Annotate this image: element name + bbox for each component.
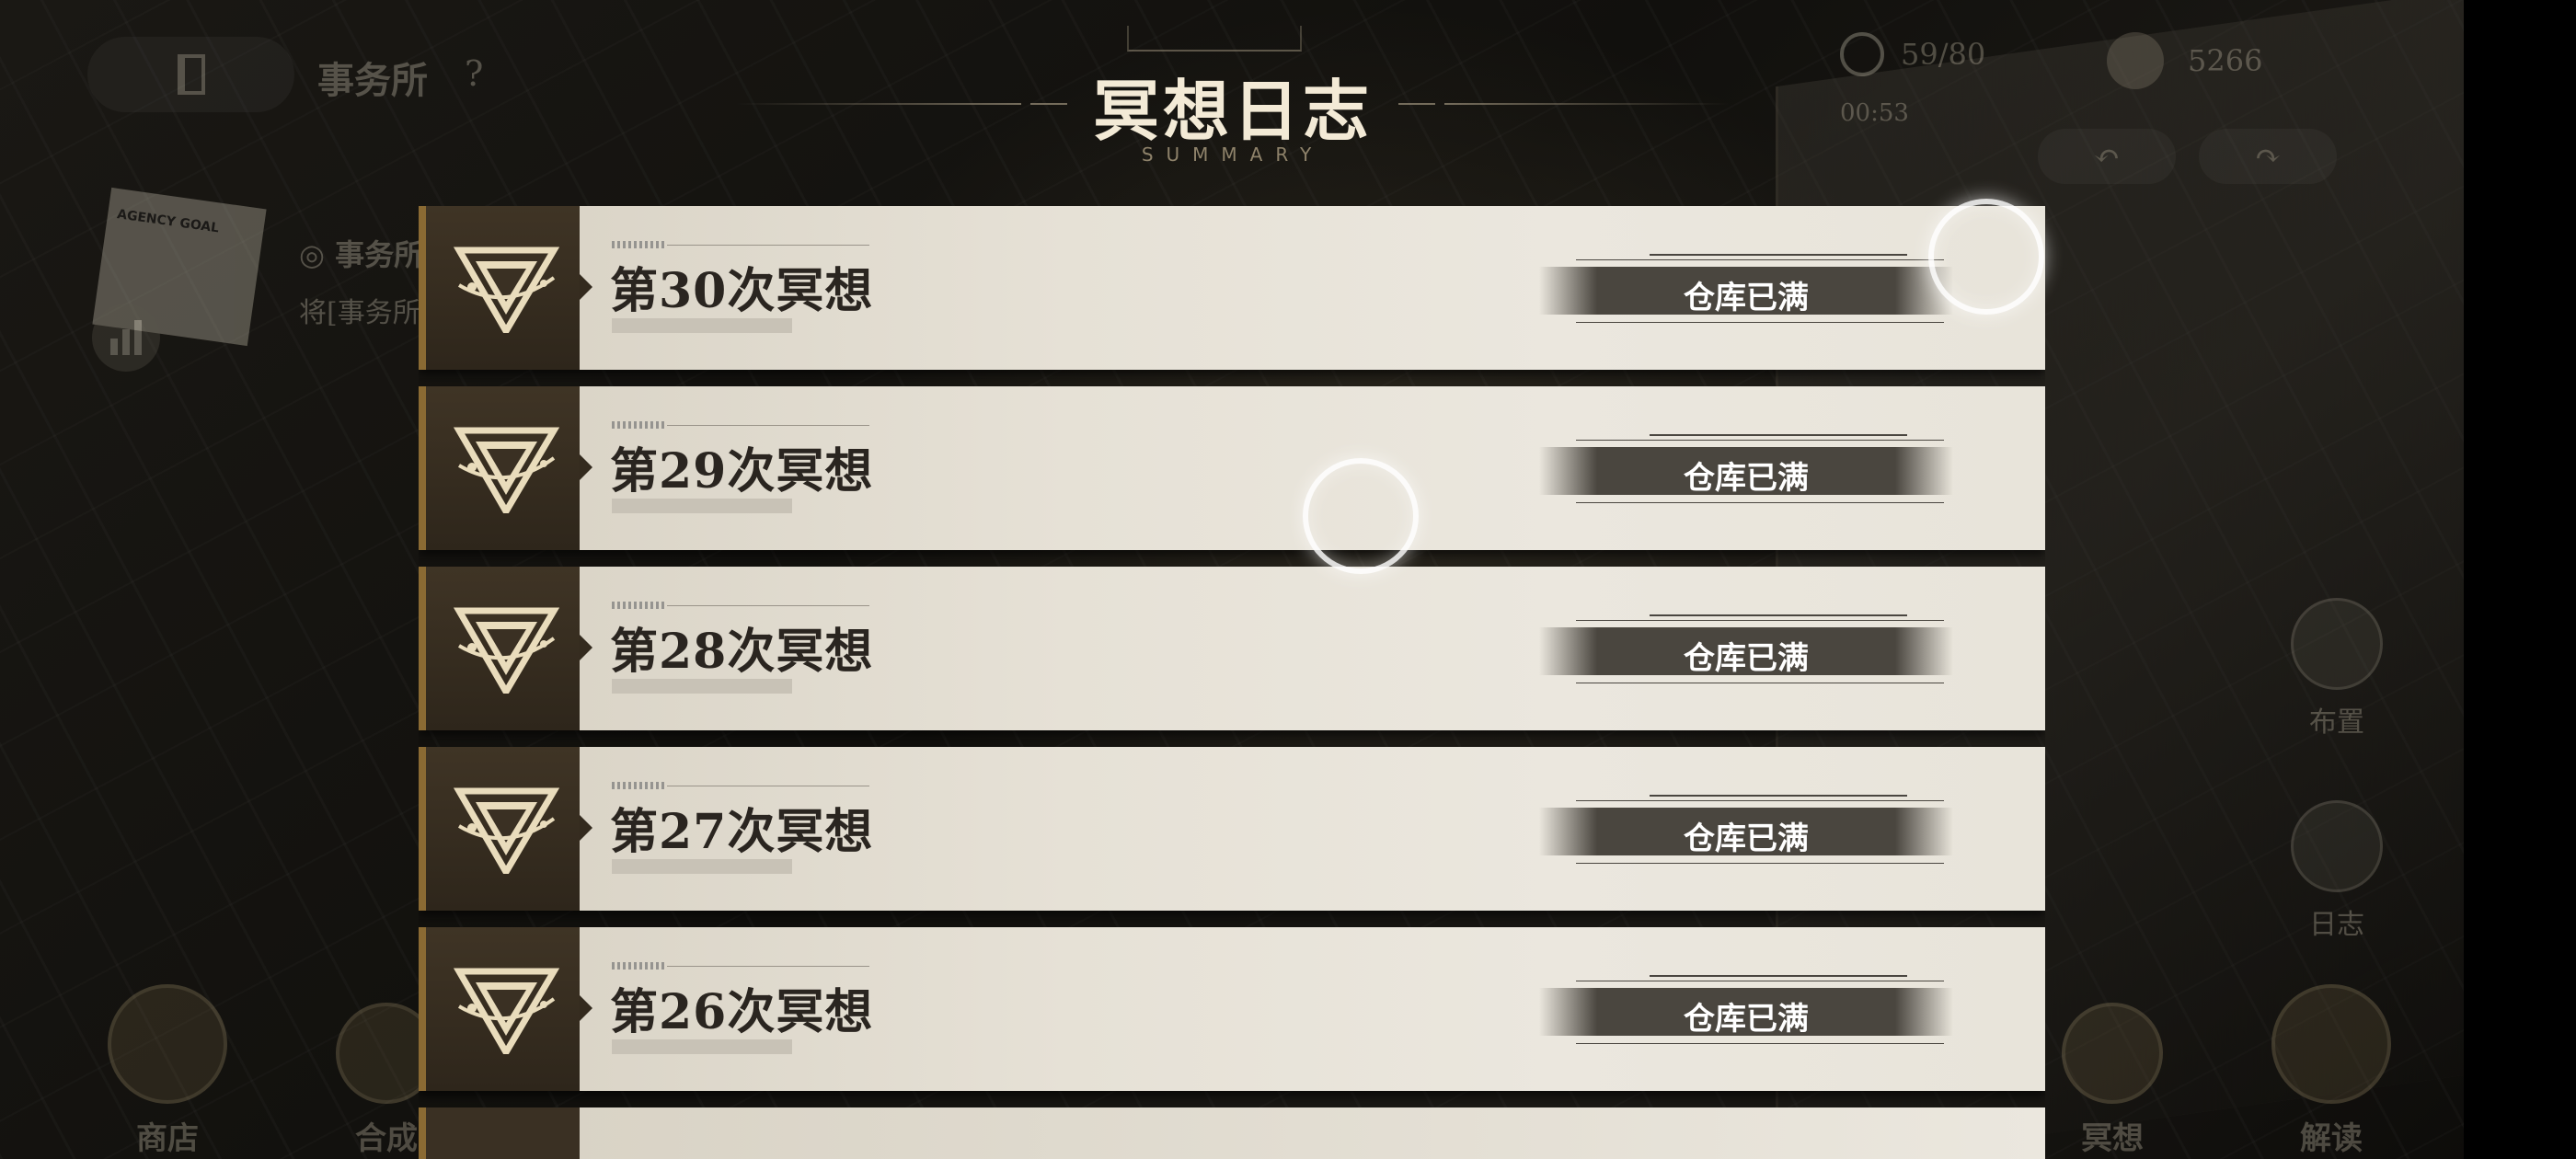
status-badge[interactable]: 仓库已满 [1539,795,1953,868]
layout-button[interactable]: 布置 [2282,598,2392,740]
status-rule-bottom [1576,863,1944,864]
emblem-badge [419,927,592,1091]
row-caption [612,962,667,970]
meditation-label: 第30次冥想 [610,263,874,319]
emblem-badge [419,206,592,370]
meditate-label: 冥想 [2081,1120,2144,1157]
status-rule-top [1650,614,1907,616]
coin-icon [2107,32,2164,89]
status-rule-bottom [1576,1043,1944,1044]
emblem-badge [419,386,592,550]
list-item[interactable]: 第30次冥想 仓库已满 [419,206,2045,370]
shop-label: 商店 [136,1120,199,1157]
touch-indicator [1303,458,1419,574]
row-caption [612,241,667,248]
status-badge[interactable]: 仓库已满 [1539,434,1953,508]
row-nameplate [612,499,792,513]
notebook-icon [2291,800,2383,892]
stats-button[interactable] [92,304,160,372]
log-label: 日志 [2309,909,2364,941]
status-rule-top [1650,434,1907,436]
meditation-list[interactable]: 第30次冥想 仓库已满 第29次冥想 仓库已满 第28次冥想 仓库已满 第27次… [419,206,2045,1159]
panel-header: 冥想日志 SUMMARY [736,37,1730,175]
row-rule [667,605,869,606]
status-text: 仓库已满 [1684,460,1809,497]
status-rule-bottom [1576,322,1944,323]
synth-label: 合成 [355,1120,418,1157]
status-text: 仓库已满 [1684,820,1809,857]
screen-edge [2464,0,2576,1159]
status-text: 仓库已满 [1684,280,1809,316]
row-rule [667,245,869,246]
meditation-label: 第29次冥想 [610,443,874,499]
meditate-button[interactable]: 冥想 [2048,1003,2177,1158]
status-rule-top [1650,795,1907,797]
status-badge[interactable]: 仓库已满 [1539,614,1953,688]
status-rule-top-thin [1576,259,1944,260]
page-subtitle: SUMMARY [1141,143,1325,166]
meditation-label: 第26次冥想 [610,984,874,1040]
currency-counter: 5266 [2107,32,2262,89]
shop-icon [108,984,227,1104]
exit-button[interactable] [87,37,294,112]
layout-label: 布置 [2309,706,2364,739]
bricks-icon [2291,598,2383,690]
emblem-badge [419,747,592,911]
triangle-eye-icon [2062,1003,2163,1104]
status-badge[interactable]: 仓库已满 [1539,254,1953,327]
status-rule-top [1650,254,1907,256]
energy-value: 59/80 [1901,37,1986,72]
task-title: ◎ 事务所 [299,237,424,272]
game-screen: 事务所 ? 59/80 00:53 5266 ↶ ↷ AGENCY GOAL ◎… [0,0,2576,1159]
energy-counter: 59/80 [1840,32,1985,76]
status-rule-bottom [1576,502,1944,503]
triangle-eye-emblem-icon [454,247,559,333]
log-button[interactable]: 日志 [2282,800,2392,942]
row-caption [612,602,667,609]
row-rule [667,425,869,426]
row-caption [612,421,667,429]
list-item[interactable]: 第26次冥想 仓库已满 [419,927,2045,1091]
redo-button[interactable]: ↷ [2199,129,2337,184]
triangle-eye-emblem-icon [454,787,559,874]
triangle-eye-emblem-icon [454,427,559,513]
triangle-eye-emblem-icon [419,1107,580,1159]
office-title: 事务所 [317,59,428,102]
hourglass-icon [2271,984,2391,1104]
list-item-partial[interactable] [419,1107,2045,1159]
list-item[interactable]: 第29次冥想 仓库已满 [419,386,2045,550]
row-nameplate [612,859,792,874]
row-rule [667,966,869,967]
status-rule-top [1650,975,1907,977]
list-item[interactable]: 第27次冥想 仓库已满 [419,747,2045,911]
door-exit-icon [177,54,205,95]
status-rule-top-thin [1576,620,1944,621]
energy-icon [1840,32,1884,76]
triangle-eye-emblem-icon [454,968,559,1054]
status-rule-top-thin [1576,800,1944,801]
help-icon[interactable]: ? [465,53,483,94]
triangle-eye-emblem-icon [454,607,559,694]
status-rule-top-thin [1576,440,1944,441]
row-nameplate [612,679,792,694]
shop-button[interactable]: 商店 [103,984,232,1158]
task-desc: 将[事务所 [299,297,420,329]
currency-value: 5266 [2188,43,2263,78]
row-nameplate [612,1039,792,1054]
energy-timer: 00:53 [1840,99,1909,127]
row-nameplate [612,318,792,333]
list-item[interactable]: 第28次冥想 仓库已满 [419,567,2045,730]
touch-indicator [1928,199,2044,315]
decode-button[interactable]: 解读 [2267,984,2396,1158]
status-badge[interactable]: 仓库已满 [1539,975,1953,1049]
meditation-label: 第27次冥想 [610,804,874,860]
emblem-badge [419,567,592,730]
decode-label: 解读 [2300,1120,2363,1157]
meditation-label: 第28次冥想 [610,624,874,680]
row-caption [612,782,667,789]
page-title: 冥想日志 [1092,72,1373,150]
status-text: 仓库已满 [1684,1001,1809,1038]
undo-button[interactable]: ↶ [2038,129,2176,184]
status-text: 仓库已满 [1684,640,1809,677]
